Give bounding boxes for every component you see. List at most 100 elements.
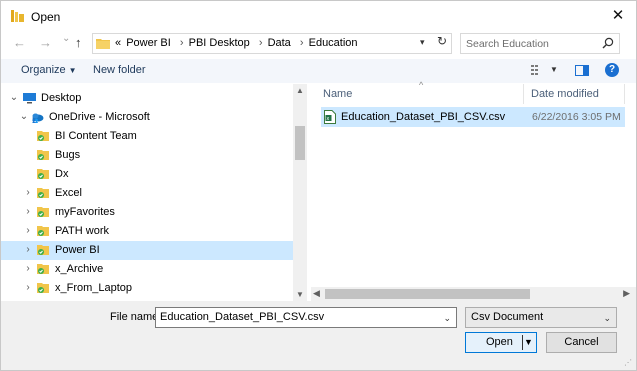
column-header-name[interactable]: Name xyxy=(323,88,352,100)
chevron-right-icon[interactable]: › xyxy=(23,244,33,255)
chevron-right-icon[interactable]: › xyxy=(23,187,33,198)
open-options-caret-icon[interactable]: ▼ xyxy=(524,337,533,347)
breadcrumb-overflow[interactable]: « xyxy=(115,37,121,49)
navigation-pane: ⌄ Desktop ⌄ 👥 OneDrive - Microsoft BI Content… xyxy=(1,84,307,301)
preview-pane-icon[interactable] xyxy=(575,65,589,76)
tree-item[interactable]: › x_Archive xyxy=(1,260,293,279)
file-date-modified: 6/22/2016 3:05 PM xyxy=(532,111,621,123)
synced-folder-icon xyxy=(37,264,49,274)
tree-item-label: x_Archive xyxy=(55,263,104,275)
cancel-button-label: Cancel xyxy=(564,336,599,348)
tree-item-label: myFavorites xyxy=(55,206,115,218)
tree-item[interactable]: Bugs xyxy=(1,146,293,165)
search-placeholder: Search Education xyxy=(466,38,549,50)
scrollbar-thumb[interactable] xyxy=(295,126,305,160)
command-bar: Organize ▼ New folder ▼ ? xyxy=(1,59,636,83)
close-button[interactable]: ✕ xyxy=(610,8,626,24)
file-type-select[interactable]: Csv Document ⌄ xyxy=(465,307,617,328)
breadcrumb-item-pbi-desktop[interactable]: PBI Desktop xyxy=(189,37,250,49)
tree-item[interactable]: BI Content Team xyxy=(1,127,293,146)
title-bar: Open ✕ xyxy=(1,1,636,31)
synced-folder-icon xyxy=(37,150,49,160)
folder-icon xyxy=(96,39,110,49)
nav-pane-scrollbar[interactable]: ▲ ▼ xyxy=(293,84,307,301)
chevron-right-icon[interactable]: › xyxy=(23,206,33,217)
chevron-right-icon[interactable]: › xyxy=(180,37,184,49)
change-view-icon[interactable] xyxy=(531,65,545,76)
chevron-down-icon[interactable]: ⌄ xyxy=(19,111,29,122)
address-history-chevron-icon[interactable]: ▾ xyxy=(420,37,425,48)
file-row[interactable]: x Education_Dataset_PBI_CSV.csv 6/22/201… xyxy=(321,107,625,127)
recent-locations-chevron-icon[interactable]: ⌄ xyxy=(62,33,70,44)
column-name-label: Name xyxy=(323,88,353,100)
open-button[interactable]: Open ▼ xyxy=(465,332,537,353)
csv-file-icon: x xyxy=(324,110,336,124)
synced-folder-icon xyxy=(37,245,49,255)
tree-item-label: OneDrive - Microsoft xyxy=(49,111,150,123)
scroll-down-icon[interactable]: ▼ xyxy=(296,290,304,299)
column-divider[interactable] xyxy=(624,84,625,104)
address-bar[interactable]: « Power BI › PBI Desktop › Data › Educat… xyxy=(92,33,452,54)
breadcrumb: « Power BI › PBI Desktop › Data › Educat… xyxy=(115,37,360,49)
chevron-right-icon[interactable]: › xyxy=(259,37,263,49)
search-input[interactable]: Search Education xyxy=(460,33,620,54)
file-list-horizontal-scrollbar[interactable]: ◀ ▶ xyxy=(311,287,636,301)
refresh-icon[interactable]: ↻ xyxy=(437,34,447,48)
open-file-dialog: Open ✕ ← → ⌄ ↑ « Power BI › PBI Desktop … xyxy=(0,0,637,371)
new-folder-button[interactable]: New folder xyxy=(93,64,146,76)
back-arrow-icon[interactable]: ← xyxy=(13,35,26,50)
folder-icon xyxy=(11,10,24,22)
scroll-up-icon[interactable]: ▲ xyxy=(296,86,304,95)
tree-item[interactable]: › PATH work xyxy=(1,222,293,241)
tree-item-label: x_From_Laptop xyxy=(55,282,133,294)
resize-grip-icon[interactable]: ⋰ xyxy=(624,358,632,367)
scroll-left-icon[interactable]: ◀ xyxy=(313,288,320,299)
up-arrow-icon[interactable]: ↑ xyxy=(75,35,82,50)
scrollbar-thumb[interactable] xyxy=(325,289,530,299)
chevron-down-icon[interactable]: ⌄ xyxy=(443,313,451,324)
breadcrumb-item-education[interactable]: Education xyxy=(309,37,358,49)
sort-ascending-icon: ^ xyxy=(419,80,424,90)
synced-folder-icon xyxy=(37,207,49,217)
help-icon[interactable]: ? xyxy=(605,63,619,77)
chevron-right-icon[interactable]: › xyxy=(23,225,33,236)
tree-item-label: BI Content Team xyxy=(55,130,137,142)
tree-item[interactable]: › myFavorites xyxy=(1,203,293,222)
search-icon xyxy=(602,37,614,49)
tree-item[interactable]: › x_From_Laptop xyxy=(1,279,293,298)
file-list: Name ^ Date modified x Education_Dataset… xyxy=(311,80,636,301)
chevron-right-icon[interactable]: › xyxy=(23,263,33,274)
chevron-right-icon[interactable]: › xyxy=(300,37,304,49)
synced-folder-icon xyxy=(37,188,49,198)
tree-item[interactable]: › Excel xyxy=(1,184,293,203)
chevron-down-icon[interactable]: ⌄ xyxy=(9,92,19,103)
chevron-down-icon[interactable]: ⌄ xyxy=(603,313,611,324)
tree-item-label: PATH work xyxy=(55,225,109,237)
file-name-combobox[interactable]: Education_Dataset_PBI_CSV.csv ⌄ xyxy=(155,307,457,328)
file-name-field[interactable]: Education_Dataset_PBI_CSV.csv xyxy=(160,311,324,323)
svg-text:x: x xyxy=(326,116,329,122)
tree-item-label: Power BI xyxy=(55,244,100,256)
close-icon: ✕ xyxy=(611,7,625,24)
view-options-caret-icon[interactable]: ▼ xyxy=(550,65,558,74)
column-divider[interactable] xyxy=(523,84,524,104)
synced-folder-icon xyxy=(37,131,49,141)
tree-item[interactable]: › Power BI xyxy=(1,241,293,260)
column-header-date-modified[interactable]: Date modified xyxy=(531,88,599,100)
scroll-right-icon[interactable]: ▶ xyxy=(623,288,630,299)
navigation-bar: ← → ⌄ ↑ « Power BI › PBI Desktop › Data … xyxy=(1,31,636,57)
chevron-right-icon[interactable]: › xyxy=(23,282,33,293)
split-divider xyxy=(522,335,523,350)
synced-folder-icon xyxy=(37,283,49,293)
tree-item-label: Desktop xyxy=(41,92,82,104)
cancel-button[interactable]: Cancel xyxy=(546,332,617,353)
tree-item[interactable]: ⌄ 👥 OneDrive - Microsoft xyxy=(1,108,293,127)
tree-item-label: Bugs xyxy=(55,149,81,161)
breadcrumb-item-power-bi[interactable]: Power BI xyxy=(126,37,171,49)
forward-arrow-icon[interactable]: → xyxy=(39,35,52,50)
file-type-value: Csv Document xyxy=(471,311,544,323)
tree-item[interactable]: Dx xyxy=(1,165,293,184)
organize-button[interactable]: Organize ▼ xyxy=(21,64,77,76)
breadcrumb-item-data[interactable]: Data xyxy=(268,37,291,49)
tree-item[interactable]: ⌄ Desktop xyxy=(1,89,293,108)
